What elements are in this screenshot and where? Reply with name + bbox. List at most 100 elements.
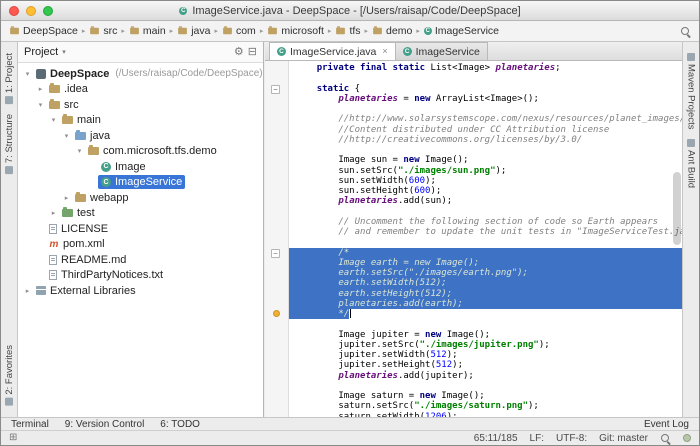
code-line[interactable]: earth.setWidth(512);	[289, 278, 682, 288]
collapse-all-icon[interactable]: ⊟	[248, 47, 257, 58]
editor-tab-imageservice-java[interactable]: CImageService.java×	[269, 42, 396, 60]
code-line[interactable]: Image earth = new Image();	[289, 258, 682, 268]
collapse-arrow-icon[interactable]: ▾	[35, 101, 46, 109]
tool-button-7-structure[interactable]: 7: Structure	[4, 109, 15, 179]
code-line[interactable]: private final static List<Image> planeta…	[295, 63, 682, 73]
tool-button-2-favorites[interactable]: 2: Favorites	[4, 340, 15, 411]
tree-item-webapp[interactable]: ▸webapp	[18, 190, 263, 206]
code-line[interactable]: /*	[289, 248, 682, 258]
code-line[interactable]: //http://creativecommons.org/licenses/by…	[295, 135, 682, 145]
code-line[interactable]	[295, 104, 682, 114]
toolwindow-switcher-icon[interactable]: ⊞	[9, 433, 17, 443]
fold-marker-icon[interactable]: −	[271, 249, 280, 258]
encoding-indicator[interactable]: UTF-8:	[556, 433, 587, 444]
code-line[interactable]: planetaries.add(sun);	[295, 196, 682, 206]
tree-item-pom[interactable]: mpom.xml	[18, 237, 263, 253]
collapse-arrow-icon[interactable]: ▾	[74, 147, 85, 155]
scrollbar-thumb[interactable]	[673, 172, 681, 245]
line-ending-indicator[interactable]: LF:	[530, 433, 544, 444]
panel-title[interactable]: Project	[24, 46, 58, 58]
code-line[interactable]: sun.setSrc("./images/sun.png");	[295, 166, 682, 176]
tree-item-idea[interactable]: ▸.idea	[18, 82, 263, 98]
search-icon[interactable]	[680, 26, 691, 37]
code-line[interactable]: sun.setHeight(600);	[295, 186, 682, 196]
breadcrumb-item-imageservice[interactable]: CImageService	[424, 25, 499, 37]
code-line[interactable]: earth.setHeight(512);	[289, 289, 682, 299]
breadcrumb-item-microsoft[interactable]: microsoft	[267, 25, 324, 37]
tree-item-license[interactable]: LICENSE	[18, 221, 263, 237]
tool-button-6-todo[interactable]: 6: TODO	[160, 419, 200, 430]
code-line[interactable]: // Uncomment the following section of co…	[295, 217, 682, 227]
tool-button-ant-build[interactable]: Ant Build	[686, 134, 697, 193]
code-line[interactable]: //http://www.solarsystemscope.com/nexus/…	[295, 114, 682, 124]
tool-button-maven-projects[interactable]: Maven Projects	[686, 48, 697, 134]
breadcrumb-item-java[interactable]: java	[177, 25, 210, 37]
fold-marker-icon[interactable]: −	[271, 85, 280, 94]
code-line[interactable]: jupiter.setHeight(512);	[295, 360, 682, 370]
tree-item-java[interactable]: ▾java	[18, 128, 263, 144]
search-icon[interactable]	[660, 433, 671, 444]
tree-item-imageservice[interactable]: CImageService	[18, 175, 263, 191]
code-line[interactable]: Image jupiter = new Image();	[295, 330, 682, 340]
code-line[interactable]: earth.setSrc("./images/earth.png");	[289, 268, 682, 278]
code-line[interactable]	[295, 237, 682, 247]
chevron-down-icon[interactable]: ▾	[62, 48, 66, 56]
breadcrumb-label: ImageService	[435, 25, 499, 37]
expand-arrow-icon[interactable]: ▸	[61, 194, 72, 202]
code-area[interactable]: private final static List<Image> planeta…	[289, 61, 682, 417]
tree-item-test[interactable]: ▸test	[18, 206, 263, 222]
code-line[interactable]	[295, 145, 682, 155]
tree-item-external[interactable]: ▸External Libraries	[18, 283, 263, 299]
collapse-arrow-icon[interactable]: ▾	[22, 70, 33, 78]
expand-arrow-icon[interactable]: ▸	[22, 287, 33, 295]
code-line[interactable]	[295, 207, 682, 217]
caret-position[interactable]: 65:11/185	[474, 433, 518, 444]
code-line[interactable]: jupiter.setWidth(512);	[295, 350, 682, 360]
editor-gutter[interactable]: −−	[265, 61, 289, 417]
breadcrumb-item-com[interactable]: com	[222, 25, 256, 37]
tool-button-1-project[interactable]: 1: Project	[4, 48, 15, 109]
inspections-indicator-icon[interactable]	[683, 434, 691, 442]
tree-item-main[interactable]: ▾main	[18, 113, 263, 129]
tree-item-thirdparty[interactable]: ThirdPartyNotices.txt	[18, 268, 263, 284]
tool-button-9-version-control[interactable]: 9: Version Control	[65, 419, 145, 430]
code-line[interactable]: Image sun = new Image();	[295, 155, 682, 165]
code-line[interactable]	[295, 381, 682, 391]
breadcrumb-item-demo[interactable]: demo	[372, 25, 412, 37]
code-line[interactable]: planetaries.add(earth);	[289, 299, 682, 309]
tree-item-deepspace[interactable]: ▾DeepSpace(/Users/raisap/Code/DeepSpace)	[18, 66, 263, 82]
code-line[interactable]: //Content distributed under CC Attributi…	[295, 125, 682, 135]
expand-arrow-icon[interactable]: ▸	[48, 209, 59, 217]
code-line[interactable]: static {	[295, 84, 682, 94]
code-line[interactable]: // and remember to update the unit tests…	[295, 227, 682, 237]
code-line[interactable]: */	[289, 309, 682, 319]
code-line[interactable]: planetaries.add(jupiter);	[295, 371, 682, 381]
code-line[interactable]	[295, 319, 682, 329]
gear-icon[interactable]: ⚙	[234, 47, 244, 58]
project-icon	[36, 69, 46, 79]
code-line[interactable]: Image saturn = new Image();	[295, 391, 682, 401]
code-line[interactable]: jupiter.setSrc("./images/jupiter.png");	[295, 340, 682, 350]
tree-item-src[interactable]: ▾src	[18, 97, 263, 113]
breadcrumb-item-tfs[interactable]: tfs	[335, 25, 360, 37]
tool-button-terminal[interactable]: Terminal	[11, 419, 49, 430]
editor-scrollbar[interactable]	[673, 64, 681, 413]
breadcrumb-item-deepspace[interactable]: DeepSpace	[9, 25, 78, 37]
code-line[interactable]: planetaries = new ArrayList<Image>();	[295, 94, 682, 104]
breadcrumb-item-main[interactable]: main	[129, 25, 166, 37]
close-tab-icon[interactable]: ×	[382, 47, 387, 56]
code-line[interactable]: sun.setWidth(600);	[295, 176, 682, 186]
editor-tab-imageservice[interactable]: CImageService	[395, 42, 488, 60]
code-line[interactable]	[295, 73, 682, 83]
code-line[interactable]: saturn.setSrc("./images/saturn.png");	[295, 401, 682, 411]
tool-button-event-log[interactable]: Event Log	[644, 419, 689, 430]
tree-item-package[interactable]: ▾com.microsoft.tfs.demo	[18, 144, 263, 160]
tree-item-readme[interactable]: README.md	[18, 252, 263, 268]
git-branch-indicator[interactable]: Git: master	[599, 433, 648, 444]
collapse-arrow-icon[interactable]: ▾	[48, 116, 59, 124]
expand-arrow-icon[interactable]: ▸	[35, 85, 46, 93]
tree-item-image[interactable]: CImage	[18, 159, 263, 175]
titlebar[interactable]: C ImageService.java - DeepSpace - [/User…	[1, 1, 699, 21]
collapse-arrow-icon[interactable]: ▾	[61, 132, 72, 140]
breadcrumb-item-src[interactable]: src	[89, 25, 117, 37]
